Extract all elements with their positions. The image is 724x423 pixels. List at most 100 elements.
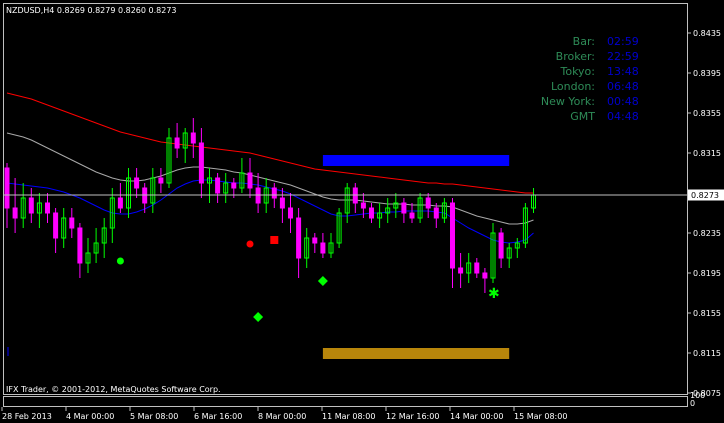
candle-body xyxy=(401,202,407,214)
clock-value: 04:48 xyxy=(607,110,639,123)
candle xyxy=(498,228,504,268)
candle xyxy=(198,128,204,198)
candle-body xyxy=(288,207,293,219)
candle xyxy=(150,168,156,213)
candle xyxy=(239,158,245,193)
candle xyxy=(474,258,480,278)
candle xyxy=(45,193,50,223)
candle-body xyxy=(4,167,10,209)
candle-body xyxy=(12,207,18,219)
candle xyxy=(441,198,447,223)
sub-window-frame xyxy=(3,396,688,407)
time-label: 11 Mar 08:00 xyxy=(322,412,375,421)
candle xyxy=(506,243,512,268)
time-label: 8 Mar 00:00 xyxy=(258,412,306,421)
candle xyxy=(409,203,415,223)
marker-star: ✱ xyxy=(488,286,500,302)
candle-body xyxy=(190,132,196,144)
candle xyxy=(417,193,423,223)
candle-body xyxy=(296,217,302,259)
candle xyxy=(401,198,407,223)
candle xyxy=(20,183,26,228)
clock-label: Broker: xyxy=(556,50,595,63)
candle-body xyxy=(53,212,59,239)
candle xyxy=(490,223,496,283)
price-label: 0.8235 xyxy=(693,229,721,238)
candle-body xyxy=(77,227,83,264)
marker-dot xyxy=(246,240,254,248)
candle-body xyxy=(498,232,504,259)
clock-label: New York: xyxy=(541,95,595,108)
clock-label: Bar: xyxy=(573,35,595,48)
candle-body xyxy=(320,242,326,254)
candle xyxy=(344,183,350,223)
clock-panel: Bar: 02:59 Broker: 22:59 Tokyo: 13:48 London: 0… xyxy=(541,35,639,123)
candle xyxy=(458,253,464,288)
candle-body xyxy=(198,142,204,184)
price-label: 0.8075 xyxy=(693,389,721,398)
clock-value: 00:48 xyxy=(607,95,639,108)
candle xyxy=(450,198,455,288)
time-label: 12 Mar 16:00 xyxy=(386,412,439,421)
signal-zone-2 xyxy=(322,348,510,359)
candle xyxy=(531,188,536,213)
clock-value: 13:48 xyxy=(607,65,639,78)
candle-body xyxy=(450,202,455,269)
candle-body xyxy=(45,202,50,214)
candlesticks xyxy=(4,118,536,293)
candle-body xyxy=(409,212,415,219)
symbol-info: NZDUSD,H4 0.8269 0.8279 0.8260 0.8273 xyxy=(6,6,177,15)
chart-canvas[interactable]: ✱ NZDUSD,H4 0.8269 0.8279 0.8260 0.8273 … xyxy=(0,0,724,423)
candle xyxy=(93,228,99,263)
signal-zone-1 xyxy=(322,155,510,166)
candle xyxy=(425,193,431,218)
candle-body xyxy=(482,272,488,279)
candle xyxy=(296,208,302,278)
candle xyxy=(336,208,342,248)
clock-value: 02:59 xyxy=(607,35,639,48)
candle xyxy=(312,233,318,253)
clock-label: GMT xyxy=(570,110,595,123)
price-label: 0.8435 xyxy=(693,29,721,38)
candle xyxy=(288,193,293,233)
marker-dot xyxy=(116,257,124,265)
candle xyxy=(482,268,488,293)
candle xyxy=(207,168,212,203)
time-label: 4 Mar 00:00 xyxy=(66,412,114,421)
candle xyxy=(433,203,439,228)
marker-diamond xyxy=(317,276,328,286)
candle-body xyxy=(117,197,123,209)
time-axis: 28 Feb 2013 4 Mar 00:00 5 Mar 08:00 6 Mar 1… xyxy=(1,407,567,421)
candle xyxy=(190,118,196,158)
candle xyxy=(158,168,164,193)
candle-body xyxy=(474,262,480,274)
candle-body xyxy=(312,237,318,244)
candle xyxy=(466,253,472,283)
current-price-label: 0.8273 xyxy=(691,191,719,200)
price-label: 0.8315 xyxy=(693,149,721,158)
candle xyxy=(522,203,528,248)
candle xyxy=(369,203,374,223)
candle xyxy=(377,203,383,228)
candle xyxy=(61,208,67,248)
price-label: 0.8395 xyxy=(693,69,721,78)
candle xyxy=(385,198,391,223)
candle xyxy=(174,123,180,158)
candle xyxy=(328,233,334,258)
time-label: 6 Mar 16:00 xyxy=(194,412,242,421)
clock-value: 06:48 xyxy=(607,80,639,93)
candle xyxy=(126,168,131,218)
copyright-text: IFX Trader, © 2001-2012, MetaQuotes Soft… xyxy=(6,385,221,394)
price-label: 0.8155 xyxy=(693,309,721,318)
price-label: 0.8195 xyxy=(693,269,721,278)
candle-body xyxy=(69,217,75,229)
candle-body xyxy=(28,197,34,214)
candle xyxy=(279,188,285,223)
candle-body xyxy=(433,207,439,219)
candle-body xyxy=(279,197,285,209)
candle-body xyxy=(369,207,374,219)
candle xyxy=(304,228,310,268)
candle xyxy=(215,173,221,203)
candle xyxy=(28,188,34,223)
price-label: 0.8115 xyxy=(693,349,721,358)
